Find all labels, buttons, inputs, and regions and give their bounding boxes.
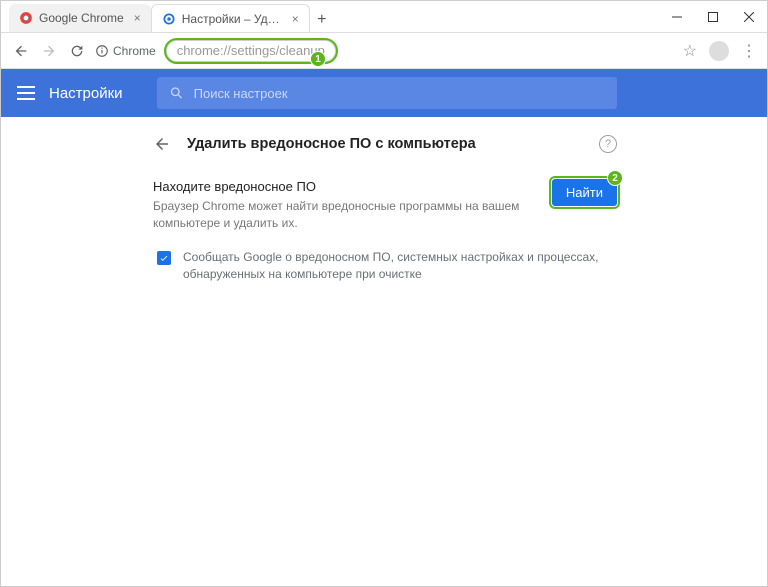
search-icon — [169, 85, 184, 101]
toolbar-right: ☆ ⋮ — [683, 41, 757, 61]
back-button[interactable] — [11, 41, 31, 61]
url-text: chrome://settings/cleanup — [177, 43, 325, 58]
maximize-button[interactable] — [695, 2, 731, 32]
annotation-badge-2: 2 — [607, 170, 623, 186]
settings-search-input[interactable] — [194, 86, 605, 101]
menu-kebab-icon[interactable]: ⋮ — [741, 41, 757, 61]
close-window-button[interactable] — [731, 2, 767, 32]
reload-button[interactable] — [67, 41, 87, 61]
find-button[interactable]: Найти — [552, 179, 617, 206]
menu-hamburger-icon[interactable] — [17, 86, 35, 100]
settings-title: Настройки — [49, 85, 123, 102]
settings-search[interactable] — [157, 77, 617, 109]
site-info[interactable]: Chrome — [95, 44, 156, 58]
tab-settings-cleanup[interactable]: Настройки – Удалить вредонос × — [151, 4, 310, 32]
report-checkbox-row[interactable]: Сообщать Google о вредоносном ПО, систем… — [153, 249, 617, 284]
chrome-logo-icon — [19, 11, 33, 25]
tab-strip: Google Chrome × Настройки – Удалить вред… — [1, 4, 334, 32]
annotation-badge-1: 1 — [310, 51, 326, 67]
info-icon — [95, 44, 109, 58]
browser-window: Google Chrome × Настройки – Удалить вред… — [0, 0, 768, 587]
content-area: Удалить вредоносное ПО с компьютера ? На… — [1, 117, 767, 586]
tab-title: Google Chrome — [39, 11, 124, 25]
forward-button[interactable] — [39, 41, 59, 61]
bookmark-star-icon[interactable]: ☆ — [683, 41, 697, 61]
help-icon[interactable]: ? — [599, 135, 617, 153]
tab-title: Настройки – Удалить вредонос — [182, 12, 282, 26]
cleanup-section: Находите вредоносное ПО Браузер Chrome м… — [149, 175, 621, 298]
site-label: Chrome — [113, 44, 156, 58]
gear-icon — [162, 12, 176, 26]
section-title: Находите вредоносное ПО — [153, 179, 538, 194]
window-controls — [659, 2, 767, 32]
page-title: Удалить вредоносное ПО с компьютера — [187, 136, 583, 152]
tab-close-icon[interactable]: × — [134, 11, 141, 25]
back-arrow-icon[interactable] — [153, 135, 171, 153]
new-tab-button[interactable]: + — [310, 8, 334, 32]
profile-avatar[interactable] — [709, 41, 729, 61]
checkbox-checked-icon[interactable] — [157, 251, 171, 265]
checkbox-label: Сообщать Google о вредоносном ПО, систем… — [183, 249, 603, 284]
page-header: Удалить вредоносное ПО с компьютера ? — [149, 135, 621, 153]
tab-google-chrome[interactable]: Google Chrome × — [9, 4, 151, 32]
title-bar: Google Chrome × Настройки – Удалить вред… — [1, 1, 767, 33]
section-description: Браузер Chrome может найти вредоносные п… — [153, 198, 538, 233]
nav-toolbar: Chrome chrome://settings/cleanup ☆ ⋮ — [1, 33, 767, 69]
settings-header: Настройки — [1, 69, 767, 117]
minimize-button[interactable] — [659, 2, 695, 32]
tab-close-icon[interactable]: × — [292, 12, 299, 26]
